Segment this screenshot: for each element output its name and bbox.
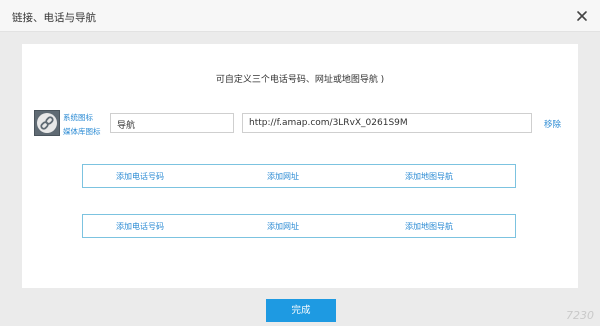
link-icon <box>34 110 60 136</box>
add-url-button[interactable]: 添加网址 <box>267 221 299 232</box>
link-url-input[interactable]: http://f.amap.com/3LRvX_0261S9M <box>242 113 532 133</box>
add-phone-button[interactable]: 添加电话号码 <box>116 171 164 182</box>
media-library-icon-link[interactable]: 媒体库图标 <box>63 126 101 137</box>
add-url-button[interactable]: 添加网址 <box>267 171 299 182</box>
close-icon[interactable] <box>574 8 590 24</box>
content-panel: 可自定义三个电话号码、网址或地图导航 ) 系统图标 媒体库图标 导航 http:… <box>22 44 578 288</box>
dialog-title: 链接、电话与导航 <box>12 12 96 24</box>
add-map-button[interactable]: 添加地图导航 <box>405 171 453 182</box>
watermark: 7230 <box>566 309 594 322</box>
hint-text: 可自定义三个电话号码、网址或地图导航 ) <box>215 75 385 85</box>
link-name-input[interactable]: 导航 <box>110 113 234 133</box>
system-icon-link[interactable]: 系统图标 <box>63 112 93 123</box>
add-phone-button[interactable]: 添加电话号码 <box>116 221 164 232</box>
add-map-button[interactable]: 添加地图导航 <box>405 221 453 232</box>
action-row: 添加电话号码 添加网址 添加地图导航 <box>82 214 516 238</box>
action-row: 添加电话号码 添加网址 添加地图导航 <box>82 164 516 188</box>
dialog-titlebar: 链接、电话与导航 <box>0 0 600 32</box>
done-button[interactable]: 完成 <box>266 299 336 322</box>
remove-link-button[interactable]: 移除 <box>544 118 561 130</box>
